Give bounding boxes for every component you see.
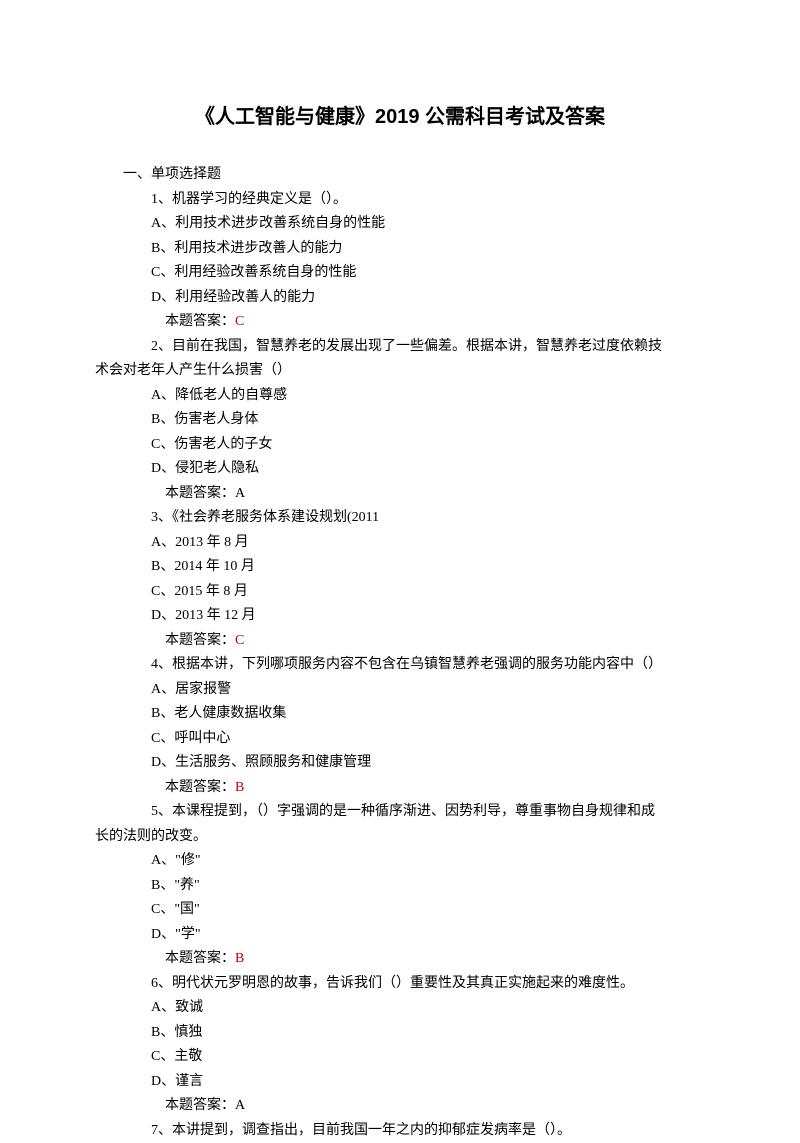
question-option: B、"养" [95,874,705,899]
question-option: C、"国" [95,898,705,923]
question-option: D、2013 年 12 月 [95,604,705,629]
question-option: D、侵犯老人隐私 [95,457,705,482]
section-header: 一、单项选择题 [95,163,705,188]
question-stem: 4、根据本讲，下列哪项服务内容不包含在乌镇智慧养老强调的服务功能内容中（） [95,653,705,678]
question-stem: 2、目前在我国，智慧养老的发展出现了一些偏差。根据本讲，智慧养老过度依赖技 [95,335,705,360]
question-option: D、利用经验改善人的能力 [95,286,705,311]
question-stem: 7、本讲提到，调查指出，目前我国一年之内的抑郁症发病率是（）。 [95,1119,705,1143]
question-option: B、利用技术进步改善人的能力 [95,237,705,262]
question-option: C、利用经验改善系统自身的性能 [95,261,705,286]
question-option: C、伤害老人的子女 [95,433,705,458]
question-option: D、谨言 [95,1070,705,1095]
answer-label: 本题答案： [165,486,235,501]
question-stem: 6、明代状元罗明恩的故事，告诉我们（）重要性及其真正实施起来的难度性。 [95,972,705,997]
answer-value: A [235,486,245,501]
answer-label: 本题答案： [165,1098,235,1113]
question-stem: 5、本课程提到，（）字强调的是一种循序渐进、因势利导，尊重事物自身规律和成 [95,800,705,825]
answer-line: 本题答案：A [95,482,705,507]
answer-value: B [235,951,244,966]
answer-label: 本题答案： [165,780,235,795]
question-option: C、主敬 [95,1045,705,1070]
answer-line: 本题答案：C [95,629,705,654]
answer-line: 本题答案：B [95,947,705,972]
question-stem: 3、《社会养老服务体系建设规划(2011 [95,506,705,531]
document-title: 《人工智能与健康》2019 公需科目考试及答案 [95,100,705,135]
question-option: A、居家报警 [95,678,705,703]
answer-line: 本题答案：C [95,310,705,335]
answer-value: C [235,314,244,329]
question-option: A、2013 年 8 月 [95,531,705,556]
question-option: A、致诚 [95,996,705,1021]
question-option: A、利用技术进步改善系统自身的性能 [95,212,705,237]
question-option: A、"修" [95,849,705,874]
question-option: C、呼叫中心 [95,727,705,752]
answer-value: B [235,780,244,795]
answer-line: 本题答案：A [95,1094,705,1119]
question-option: A、降低老人的自尊感 [95,384,705,409]
question-option: D、"学" [95,923,705,948]
question-stem: 1、机器学习的经典定义是（）。 [95,188,705,213]
answer-label: 本题答案： [165,633,235,648]
question-option: B、2014 年 10 月 [95,555,705,580]
answer-line: 本题答案：B [95,776,705,801]
question-option: B、慎独 [95,1021,705,1046]
question-option: C、2015 年 8 月 [95,580,705,605]
answer-value: A [235,1098,245,1113]
question-option: B、伤害老人身体 [95,408,705,433]
answer-label: 本题答案： [165,951,235,966]
question-option: D、生活服务、照顾服务和健康管理 [95,751,705,776]
answer-value: C [235,633,244,648]
question-option: B、老人健康数据收集 [95,702,705,727]
answer-label: 本题答案： [165,314,235,329]
question-stem-continue: 术会对老年人产生什么损害（） [95,359,705,384]
question-stem-continue: 长的法则的改变。 [95,825,705,850]
